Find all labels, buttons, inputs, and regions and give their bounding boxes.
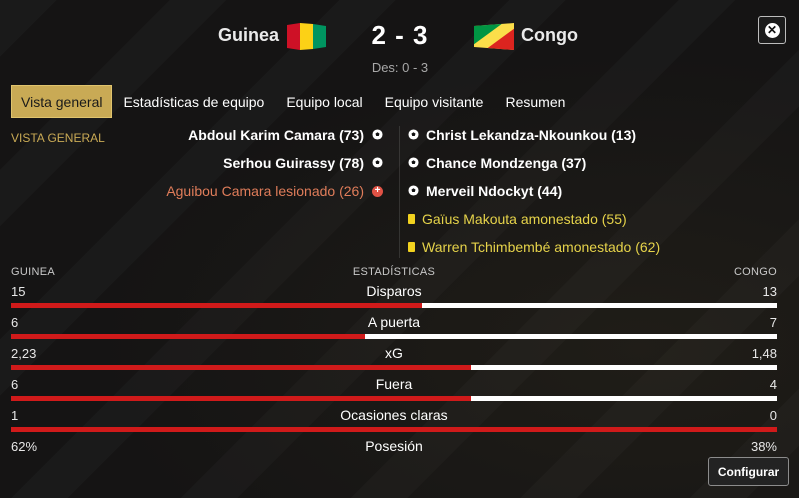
goal-ball-icon — [408, 183, 419, 199]
goal-ball-icon — [372, 155, 383, 171]
home-event: Abdoul Karim Camara (73) — [188, 127, 383, 143]
stat-away-value: 4 — [769, 377, 777, 392]
home-event: Serhou Guirassy (78) — [223, 155, 383, 171]
stat-name: Posesión — [365, 438, 423, 454]
away-event: Gaïus Makouta amonestado (55) — [408, 211, 627, 227]
home-event-text: Aguibou Camara lesionado (26) — [166, 183, 364, 199]
guinea-flag-icon — [285, 23, 327, 50]
stat-bar — [11, 396, 777, 401]
stats-away-label: CONGO — [733, 266, 777, 278]
away-team-name: Congo — [521, 25, 578, 45]
stat-bar-home-fill — [11, 334, 365, 339]
injury-icon: + — [372, 185, 383, 197]
away-event: Warren Tchimbembé amonestado (62) — [408, 239, 660, 255]
stats-title: ESTADÍSTICAS — [352, 266, 436, 278]
tab-overview[interactable]: Vista general — [11, 85, 113, 118]
away-event-text: Chance Mondzenga (37) — [426, 155, 587, 171]
stat-bar — [11, 365, 777, 370]
stat-away-value: 7 — [769, 315, 777, 330]
stat-name: A puerta — [367, 314, 421, 330]
stat-row: 6 A puerta 7 — [11, 314, 777, 341]
events-divider — [399, 126, 400, 258]
stat-away-value: 13 — [762, 284, 777, 299]
away-event: Chance Mondzenga (37) — [408, 155, 586, 171]
home-event-text: Serhou Guirassy (78) — [223, 155, 364, 171]
away-event-text: Warren Tchimbembé amonestado (62) — [422, 239, 661, 255]
stat-row: 2,23 xG 1,48 — [11, 345, 777, 372]
stat-row: 62% Posesión 38% — [11, 438, 777, 461]
tab-home-team[interactable]: Equipo local — [275, 86, 373, 117]
yellow-card-icon — [408, 214, 415, 224]
halftime-score: Des: 0 - 3 — [371, 60, 429, 75]
stat-away-value: 0 — [769, 408, 777, 423]
goal-ball-icon — [372, 127, 383, 143]
stat-name: Disparos — [366, 283, 422, 299]
goal-ball-icon — [408, 127, 419, 143]
stat-bar-home-fill — [11, 427, 777, 432]
stat-bar — [11, 303, 777, 308]
home-team-name: Guinea — [217, 25, 279, 45]
close-icon: ✕ — [764, 22, 780, 38]
stat-away-value: 1,48 — [751, 346, 777, 361]
away-event: Christ Lekandza-Nkounkou (13) — [408, 127, 636, 143]
congo-flag-icon — [473, 23, 515, 50]
stat-bar — [11, 334, 777, 339]
close-button[interactable]: ✕ — [758, 16, 786, 44]
match-score: 2 - 3 — [371, 20, 429, 50]
tab-away-team[interactable]: Equipo visitante — [374, 86, 495, 117]
stat-name: Fuera — [375, 376, 413, 392]
stat-bar-home-fill — [11, 365, 472, 370]
stat-row: 1 Ocasiones claras 0 — [11, 407, 777, 434]
tab-team-stats[interactable]: Estadísticas de equipo — [112, 86, 275, 117]
goal-ball-icon — [408, 155, 419, 171]
home-event: Aguibou Camara lesionado (26) + — [166, 183, 383, 199]
stat-bar-home-fill — [11, 303, 422, 308]
configure-button[interactable]: Configurar — [708, 457, 789, 486]
stat-row: 6 Fuera 4 — [11, 376, 777, 403]
away-event-text: Merveil Ndockyt (44) — [426, 183, 563, 199]
away-event-text: Christ Lekandza-Nkounkou (13) — [426, 127, 637, 143]
stat-name: Ocasiones claras — [340, 407, 448, 423]
tab-summary[interactable]: Resumen — [494, 86, 576, 117]
yellow-card-icon — [408, 242, 415, 252]
stat-row: 15 Disparos 13 — [11, 283, 777, 310]
stat-bar-home-fill — [11, 396, 471, 401]
section-label: VISTA GENERAL — [11, 131, 105, 145]
stat-away-value: 38% — [750, 439, 777, 454]
away-event-text: Gaïus Makouta amonestado (55) — [422, 211, 627, 227]
home-event-text: Abdoul Karim Camara (73) — [188, 127, 364, 143]
away-event: Merveil Ndockyt (44) — [408, 183, 562, 199]
stat-name: xG — [385, 345, 403, 361]
tab-bar: Vista general Estadísticas de equipo Equ… — [11, 85, 576, 118]
stat-bar — [11, 427, 777, 432]
